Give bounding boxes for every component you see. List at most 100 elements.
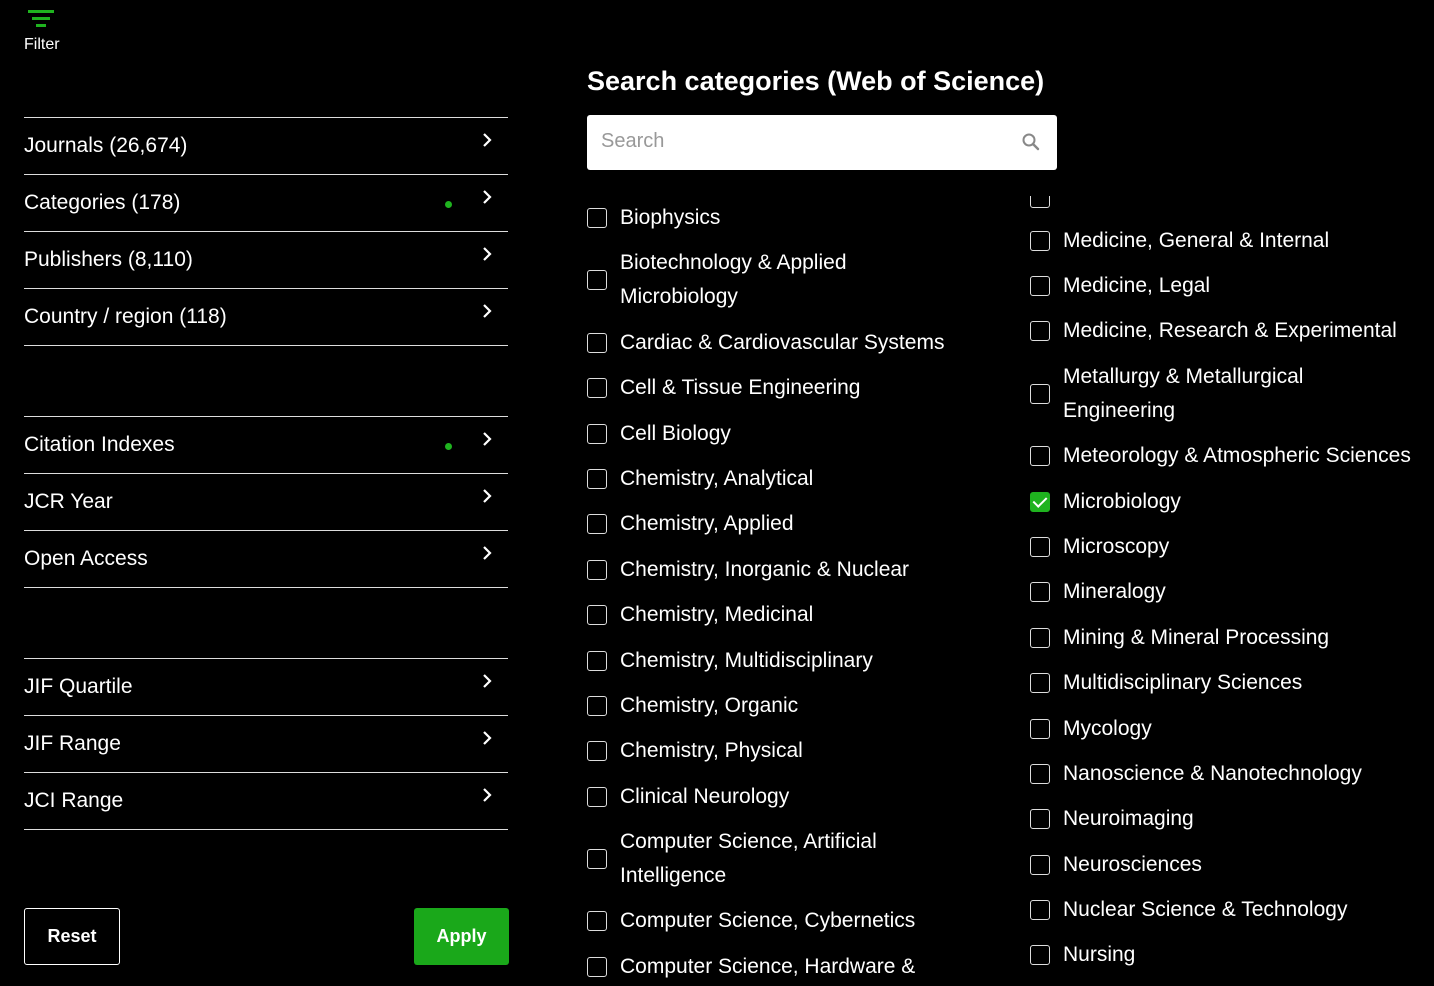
category-label: Neurosciences	[1063, 853, 1202, 876]
category-option[interactable]: Biophysics	[587, 201, 720, 235]
checkbox[interactable]	[1030, 582, 1050, 602]
sidebar-item[interactable]: Categories (178)	[24, 175, 508, 232]
sidebar-item[interactable]: JCI Range	[24, 773, 508, 830]
chevron-right-icon	[483, 546, 492, 560]
checkbox[interactable]	[587, 849, 607, 869]
category-option[interactable]: Neurosciences	[1030, 848, 1202, 882]
checkbox[interactable]	[1030, 537, 1050, 557]
category-option[interactable]: Cardiac & Cardiovascular Systems	[587, 326, 944, 360]
sidebar-item[interactable]: Country / region (118)	[24, 289, 508, 346]
category-option[interactable]: Neuroimaging	[1030, 802, 1194, 836]
checkbox[interactable]	[1030, 855, 1050, 875]
category-label: Medicine, Legal	[1063, 274, 1211, 297]
category-option[interactable]: Chemistry, Inorganic & Nuclear	[587, 553, 909, 587]
checkbox[interactable]	[587, 741, 607, 761]
checkbox[interactable]	[587, 560, 607, 580]
checkbox[interactable]	[1030, 719, 1050, 739]
category-label: Chemistry, Inorganic & Nuclear	[620, 558, 910, 581]
category-option[interactable]: Computer Science, Artificial Intelligenc…	[587, 825, 950, 893]
checkbox[interactable]	[1030, 673, 1050, 693]
checkbox[interactable]	[587, 787, 607, 807]
checkbox[interactable]	[1030, 321, 1050, 341]
category-option[interactable]: Nursing	[1030, 938, 1135, 972]
category-label: Clinical Neurology	[620, 785, 790, 808]
checkbox[interactable]	[587, 957, 607, 977]
category-option[interactable]: Multidisciplinary Sciences	[1030, 666, 1302, 700]
sidebar-item-label: JIF Range	[24, 732, 121, 755]
sidebar-item[interactable]: Publishers (8,110)	[24, 232, 508, 289]
category-option[interactable]: Nanoscience & Nanotechnology	[1030, 757, 1362, 791]
category-label: Chemistry, Analytical	[620, 467, 814, 490]
checkbox[interactable]	[587, 333, 607, 353]
checkbox[interactable]	[1030, 764, 1050, 784]
search-icon[interactable]	[1021, 132, 1041, 152]
checkbox[interactable]	[587, 696, 607, 716]
category-label: Nursing	[1063, 943, 1136, 966]
sidebar-item[interactable]: JIF Range	[24, 716, 508, 773]
category-search-input[interactable]	[587, 115, 1015, 168]
checkbox[interactable]	[1030, 628, 1050, 648]
category-option[interactable]: Chemistry, Applied	[587, 507, 794, 541]
category-label: Computer Science, Artificial Intelligenc…	[620, 830, 877, 887]
checkbox[interactable]	[587, 605, 607, 625]
sidebar-item-label: Citation Indexes	[24, 433, 175, 456]
checkbox[interactable]	[587, 469, 607, 489]
category-option[interactable]: Nuclear Science & Technology	[1030, 893, 1347, 927]
category-label: Mining & Mineral Processing	[1063, 626, 1330, 649]
category-option[interactable]: Medicine, Legal	[1030, 269, 1210, 303]
category-option[interactable]: Microbiology	[1030, 485, 1181, 519]
category-label: Nanoscience & Nanotechnology	[1063, 762, 1362, 785]
checkbox[interactable]	[587, 651, 607, 671]
category-option[interactable]: Clinical Neurology	[587, 780, 789, 814]
category-option[interactable]: Cell & Tissue Engineering	[587, 371, 860, 405]
category-option[interactable]: Medicine, Research & Experimental	[1030, 314, 1397, 348]
checkbox[interactable]	[587, 514, 607, 534]
sidebar-item[interactable]: JIF Quartile	[24, 659, 508, 716]
category-option[interactable]: Chemistry, Organic	[587, 689, 798, 723]
category-option[interactable]: Computer Science, Hardware &	[587, 950, 915, 984]
category-label: Mycology	[1063, 717, 1152, 740]
chevron-right-icon	[483, 731, 492, 745]
category-option[interactable]: Metallurgy & Metallurgical Engineering	[1030, 360, 1363, 428]
category-option[interactable]: Chemistry, Multidisciplinary	[587, 644, 873, 678]
category-option[interactable]: Biotechnology & Applied Microbiology	[587, 246, 950, 314]
category-label: Microscopy	[1063, 535, 1170, 558]
checkbox-checked[interactable]	[1030, 492, 1050, 512]
category-option[interactable]: Medicine, General & Internal	[1030, 224, 1329, 258]
checkbox[interactable]	[1030, 809, 1050, 829]
chevron-right-icon	[483, 674, 492, 688]
checkbox[interactable]	[1030, 384, 1050, 404]
checkbox[interactable]	[587, 208, 607, 228]
category-option[interactable]: Chemistry, Medicinal	[587, 598, 813, 632]
reset-button[interactable]: Reset	[24, 908, 120, 965]
checkbox[interactable]	[1030, 276, 1050, 296]
sidebar-item[interactable]: Open Access	[24, 531, 508, 588]
category-option[interactable]: Mineralogy	[1030, 575, 1166, 609]
apply-button[interactable]: Apply	[414, 908, 509, 965]
checkbox[interactable]	[587, 378, 607, 398]
category-label: Mineralogy	[1063, 580, 1166, 603]
category-option[interactable]: Microscopy	[1030, 530, 1169, 564]
category-option[interactable]: Cell Biology	[587, 417, 731, 451]
category-option[interactable]: Chemistry, Physical	[587, 734, 803, 768]
category-option[interactable]: Meteorology & Atmospheric Sciences	[1030, 439, 1411, 473]
category-option[interactable]: Chemistry, Analytical	[587, 462, 813, 496]
category-option[interactable]: Mining & Mineral Processing	[1030, 621, 1329, 655]
category-option[interactable]: Computer Science, Cybernetics	[587, 904, 915, 938]
sidebar-item-label: Journals (26,674)	[24, 134, 188, 157]
checkbox[interactable]	[587, 424, 607, 444]
checkbox[interactable]	[587, 270, 607, 290]
checkbox[interactable]	[1030, 446, 1050, 466]
sidebar-item[interactable]: JCR Year	[24, 474, 508, 531]
category-label: Biotechnology & Applied Microbiology	[620, 251, 847, 308]
checkbox[interactable]	[1030, 900, 1050, 920]
sidebar-item[interactable]: Journals (26,674)	[24, 118, 508, 175]
checkbox[interactable]	[587, 911, 607, 931]
category-label: Biophysics	[620, 206, 721, 229]
checkbox[interactable]	[1030, 231, 1050, 251]
sidebar-item[interactable]: Citation Indexes	[24, 417, 508, 474]
filter-icon	[28, 10, 54, 27]
category-option[interactable]: Mycology	[1030, 712, 1152, 746]
checkbox[interactable]	[1030, 945, 1050, 965]
filter-toggle[interactable]: Filter	[24, 8, 68, 54]
